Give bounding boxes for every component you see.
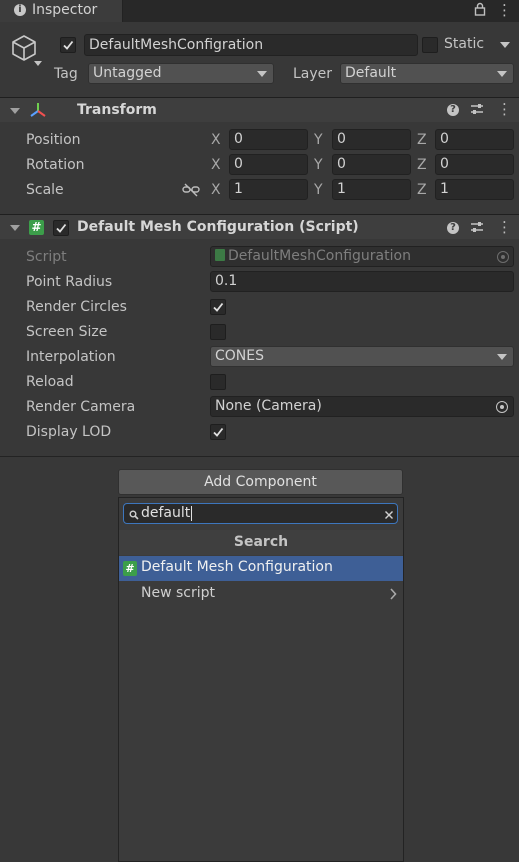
static-label: Static [444, 36, 485, 52]
search-results-header: Search [119, 530, 403, 555]
display-lod-label: Display LOD [26, 424, 112, 440]
component-search-input[interactable]: default [123, 503, 398, 524]
point-radius-input[interactable]: 0.1 [210, 271, 514, 292]
rotation-label: Rotation [26, 157, 85, 173]
script-value: DefaultMeshConfiguration [228, 248, 411, 264]
presets-icon[interactable] [470, 102, 484, 120]
point-radius-label: Point Radius [26, 274, 113, 290]
script-component-title: Default Mesh Configuration (Script) [77, 219, 359, 235]
interpolation-label: Interpolation [26, 349, 116, 365]
foldout-arrow-icon[interactable] [10, 225, 20, 231]
script-hash-icon: # [123, 561, 137, 576]
render-circles-label: Render Circles [26, 299, 127, 315]
position-z-input[interactable]: 0 [435, 129, 514, 150]
rotation-z-input[interactable]: 0 [435, 154, 514, 175]
render-circles-toggle[interactable] [210, 299, 226, 315]
constrain-proportions-link-icon[interactable] [182, 183, 200, 201]
search-result-label: New script [141, 585, 215, 601]
layer-dropdown[interactable]: Default [340, 63, 514, 84]
rotation-z-label: Z [417, 157, 427, 173]
info-icon: i [14, 4, 26, 16]
interpolation-dropdown[interactable]: CONES [210, 346, 514, 367]
icon-picker-arrow-icon[interactable] [34, 61, 42, 66]
position-y-label: Y [314, 132, 323, 148]
transform-axes-icon [29, 102, 47, 122]
gameobject-active-toggle[interactable] [60, 37, 76, 53]
script-component-header[interactable]: # Default Mesh Configuration (Script) ? … [0, 214, 519, 239]
search-icon [129, 508, 139, 524]
render-camera-value: None (Camera) [215, 398, 322, 414]
search-result-label: Default Mesh Configuration [141, 559, 333, 575]
screen-size-label: Screen Size [26, 324, 108, 340]
tab-inspector[interactable]: i Inspector [0, 0, 123, 22]
position-y-input[interactable]: 0 [332, 129, 411, 150]
transform-title: Transform [77, 102, 157, 118]
position-x-label: X [211, 132, 221, 148]
chevron-down-icon [257, 71, 267, 77]
component-menu-icon[interactable]: ⋮ [497, 220, 512, 235]
reload-toggle[interactable] [210, 374, 226, 390]
screen-size-toggle[interactable] [210, 324, 226, 340]
rotation-y-label: Y [314, 157, 323, 173]
script-enabled-toggle[interactable] [53, 220, 69, 236]
object-picker-icon [497, 251, 509, 263]
reload-label: Reload [26, 374, 74, 390]
static-dropdown-icon[interactable] [500, 42, 510, 48]
component-menu-icon[interactable]: ⋮ [497, 102, 512, 117]
display-lod-toggle[interactable] [210, 424, 226, 440]
layer-value: Default [345, 65, 397, 81]
rotation-x-label: X [211, 157, 221, 173]
chevron-right-icon [389, 588, 397, 604]
rotation-x-input[interactable]: 0 [229, 154, 308, 175]
search-value: default [141, 505, 191, 521]
render-camera-label: Render Camera [26, 399, 136, 415]
scale-x-label: X [211, 182, 221, 198]
text-caret [191, 506, 192, 521]
render-camera-field[interactable]: None (Camera) [210, 396, 514, 417]
scale-z-label: Z [417, 182, 427, 198]
scale-z-input[interactable]: 1 [435, 179, 514, 200]
transform-header[interactable]: Transform ? ⋮ [0, 97, 519, 122]
position-x-input[interactable]: 0 [229, 129, 308, 150]
help-icon[interactable]: ? [447, 222, 459, 234]
script-label: Script [26, 249, 67, 265]
static-toggle[interactable] [422, 37, 438, 53]
scale-label: Scale [26, 182, 64, 198]
tab-title: Inspector [32, 2, 98, 18]
clear-search-icon[interactable] [384, 508, 394, 524]
presets-icon[interactable] [470, 220, 484, 238]
chevron-down-icon [497, 354, 507, 360]
gameobject-name-input[interactable]: DefaultMeshConfigration [84, 34, 418, 56]
script-file-icon [215, 249, 225, 261]
tag-label: Tag [54, 66, 78, 82]
scale-x-input[interactable]: 1 [229, 179, 308, 200]
interpolation-value: CONES [215, 348, 264, 364]
window-menu-icon[interactable]: ⋮ [497, 3, 512, 18]
object-picker-icon[interactable] [496, 401, 508, 413]
search-result-new-script[interactable]: New script [119, 581, 403, 606]
add-component-button[interactable]: Add Component [118, 469, 403, 495]
component-divider [0, 456, 519, 457]
scale-y-label: Y [314, 182, 323, 198]
position-label: Position [26, 132, 81, 148]
chevron-down-icon [497, 71, 507, 77]
foldout-arrow-icon[interactable] [10, 108, 20, 114]
layer-label: Layer [293, 66, 333, 82]
tag-value: Untagged [93, 65, 162, 81]
lock-icon[interactable] [474, 2, 486, 20]
scale-y-input[interactable]: 1 [332, 179, 411, 200]
rotation-y-input[interactable]: 0 [332, 154, 411, 175]
help-icon[interactable]: ? [447, 104, 459, 116]
script-hash-icon: # [29, 220, 44, 235]
search-result-default-mesh-configuration[interactable]: # Default Mesh Configuration [119, 556, 403, 581]
script-object-field: DefaultMeshConfiguration [210, 246, 514, 267]
position-z-label: Z [417, 132, 427, 148]
tag-dropdown[interactable]: Untagged [88, 63, 274, 84]
